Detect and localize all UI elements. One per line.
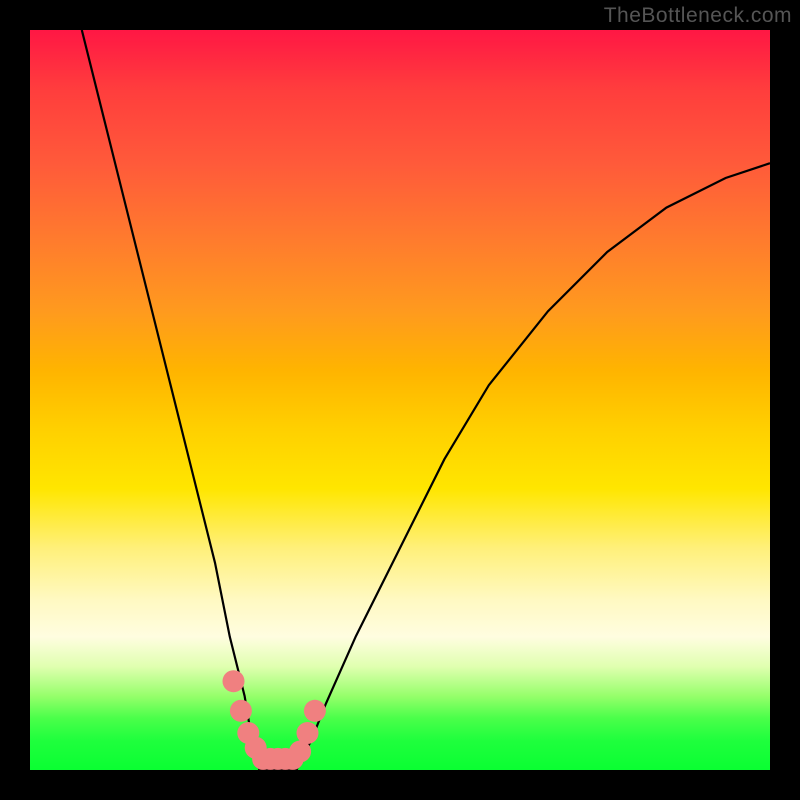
watermark-text: TheBottleneck.com <box>604 4 792 28</box>
highlight-dot <box>297 722 319 744</box>
highlight-dot <box>230 700 252 722</box>
chart-frame: TheBottleneck.com <box>0 0 800 800</box>
bottleneck-curve <box>82 30 770 770</box>
curve-svg <box>30 30 770 770</box>
highlight-dot <box>304 700 326 722</box>
plot-area <box>30 30 770 770</box>
highlight-dot <box>223 670 245 692</box>
highlight-dots <box>223 670 326 770</box>
